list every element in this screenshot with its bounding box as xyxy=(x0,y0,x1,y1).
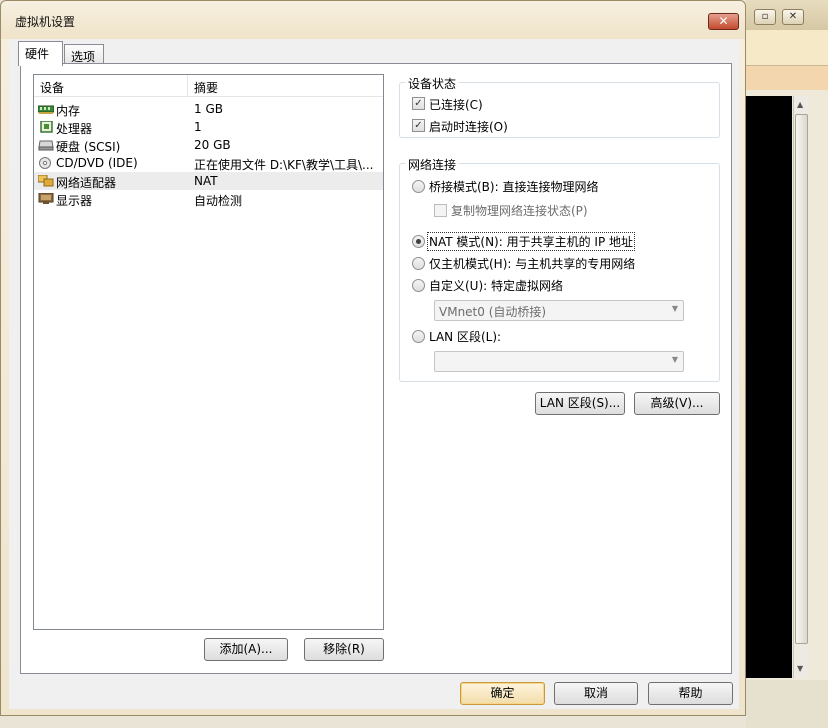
scroll-down-icon[interactable]: ▼ xyxy=(797,664,803,673)
device-row-processor[interactable]: 处理器 1 xyxy=(34,118,383,136)
device-status-group: 设备状态 ✓ 已连接(C) ✓ 启动时连接(O) xyxy=(399,75,720,138)
ok-button[interactable]: 确定 xyxy=(460,682,545,705)
cancel-button[interactable]: 取消 xyxy=(554,682,638,705)
processor-icon xyxy=(40,121,53,133)
custom-network-value: VMnet0 (自动桥接) xyxy=(439,305,547,319)
device-row-cd-dvd[interactable]: CD/DVD (IDE) 正在使用文件 D:\KF\教学\工具\... xyxy=(34,154,383,172)
device-name: 硬盘 (SCSI) xyxy=(56,140,121,154)
vm-settings-dialog: 虚拟机设置 ✕ 硬件 选项 设备 摘要 内存 1 GB 处理器 1 硬盘 (SC… xyxy=(0,0,746,716)
add-device-button[interactable]: 添加(A)... xyxy=(204,638,288,661)
tab-hardware[interactable]: 硬件 xyxy=(18,41,63,66)
device-name: 显示器 xyxy=(56,194,93,208)
list-header: 设备 摘要 xyxy=(34,75,383,97)
hardware-panel: 设备 摘要 内存 1 GB 处理器 1 硬盘 (SCSI) 20 GB CD/D… xyxy=(20,63,732,674)
scroll-thumb[interactable] xyxy=(795,114,808,644)
advanced-button[interactable]: 高级(V)... xyxy=(634,392,720,415)
display-icon xyxy=(38,193,54,204)
background-close-icon[interactable]: ✕ xyxy=(782,9,804,25)
column-header-device[interactable]: 设备 xyxy=(40,79,64,96)
device-row-memory[interactable]: 内存 1 GB xyxy=(34,100,383,118)
background-scrollbar[interactable]: ▲ ▼ xyxy=(793,96,809,678)
device-summary: 20 GB xyxy=(194,138,231,152)
memory-icon xyxy=(38,105,54,114)
column-separator[interactable] xyxy=(187,75,188,97)
lan-segment-label[interactable]: LAN 区段(L): xyxy=(429,328,501,345)
host-only-label[interactable]: 仅主机模式(H): 与主机共享的专用网络 xyxy=(429,255,635,272)
help-button[interactable]: 帮助 xyxy=(648,682,733,705)
lan-segment-radio[interactable] xyxy=(412,330,425,343)
remove-device-button[interactable]: 移除(R) xyxy=(304,638,384,661)
background-restore-icon[interactable]: ▫ xyxy=(754,9,776,25)
device-summary: 1 GB xyxy=(194,102,223,116)
device-row-hard-disk[interactable]: 硬盘 (SCSI) 20 GB xyxy=(34,136,383,154)
network-connection-group: 网络连接 桥接模式(B): 直接连接物理网络 复制物理网络连接状态(P) NAT… xyxy=(399,156,720,382)
nat-radio[interactable] xyxy=(412,235,425,248)
connect-at-power-on-checkbox[interactable]: ✓ xyxy=(412,119,425,132)
cd-dvd-icon xyxy=(39,157,51,169)
network-connection-title: 网络连接 xyxy=(405,156,460,173)
background-tab-strip xyxy=(746,66,828,90)
device-summary: NAT xyxy=(194,174,218,188)
custom-label[interactable]: 自定义(U): 特定虚拟网络 xyxy=(429,277,563,294)
dialog-titlebar[interactable]: 虚拟机设置 ✕ xyxy=(1,1,745,39)
connect-at-power-on-label[interactable]: 启动时连接(O) xyxy=(429,118,508,135)
tab-hardware-label: 硬件 xyxy=(25,47,50,61)
network-adapter-icon xyxy=(38,175,54,187)
device-name: CD/DVD (IDE) xyxy=(56,156,138,170)
dialog-title: 虚拟机设置 xyxy=(15,15,76,29)
device-name: 处理器 xyxy=(56,122,93,136)
close-button[interactable]: ✕ xyxy=(708,13,739,30)
custom-radio[interactable] xyxy=(412,279,425,292)
device-list[interactable]: 设备 摘要 内存 1 GB 处理器 1 硬盘 (SCSI) 20 GB CD/D… xyxy=(33,74,384,630)
device-status-title: 设备状态 xyxy=(405,75,460,92)
hard-disk-icon xyxy=(38,140,54,151)
background-statusbar xyxy=(746,680,828,728)
device-name: 网络适配器 xyxy=(56,176,117,190)
column-header-summary[interactable]: 摘要 xyxy=(194,79,218,96)
lan-segment-select[interactable]: ▼ xyxy=(434,351,684,372)
bridged-label[interactable]: 桥接模式(B): 直接连接物理网络 xyxy=(429,178,598,195)
device-summary: 1 xyxy=(194,120,202,134)
device-summary: 自动检测 xyxy=(194,194,243,208)
device-name: 内存 xyxy=(56,104,81,118)
chevron-down-icon: ▼ xyxy=(671,304,678,313)
device-row-network-adapter[interactable]: 网络适配器 NAT xyxy=(34,172,383,190)
background-titlebar: ▫ ✕ xyxy=(746,0,828,30)
dialog-client: 硬件 选项 设备 摘要 内存 1 GB 处理器 1 硬盘 (SCSI) 20 G… xyxy=(9,39,739,709)
nat-label[interactable]: NAT 模式(N): 用于共享主机的 IP 地址 xyxy=(427,232,636,251)
device-row-display[interactable]: 显示器 自动检测 xyxy=(34,190,383,208)
lan-segments-button[interactable]: LAN 区段(S)... xyxy=(535,392,625,415)
tab-options-label: 选项 xyxy=(71,50,96,64)
background-console xyxy=(746,96,792,678)
chevron-down-icon: ▼ xyxy=(671,355,678,364)
device-summary: 正在使用文件 D:\KF\教学\工具\... xyxy=(194,158,374,172)
replicate-state-checkbox[interactable] xyxy=(434,204,447,217)
scroll-up-icon[interactable]: ▲ xyxy=(797,100,803,109)
connected-checkbox[interactable]: ✓ xyxy=(412,97,425,110)
host-only-radio[interactable] xyxy=(412,257,425,270)
background-toolbar xyxy=(746,30,828,66)
custom-network-select[interactable]: VMnet0 (自动桥接) ▼ xyxy=(434,300,684,321)
connected-label[interactable]: 已连接(C) xyxy=(429,96,483,113)
bridged-radio[interactable] xyxy=(412,180,425,193)
replicate-state-label[interactable]: 复制物理网络连接状态(P) xyxy=(451,202,588,219)
